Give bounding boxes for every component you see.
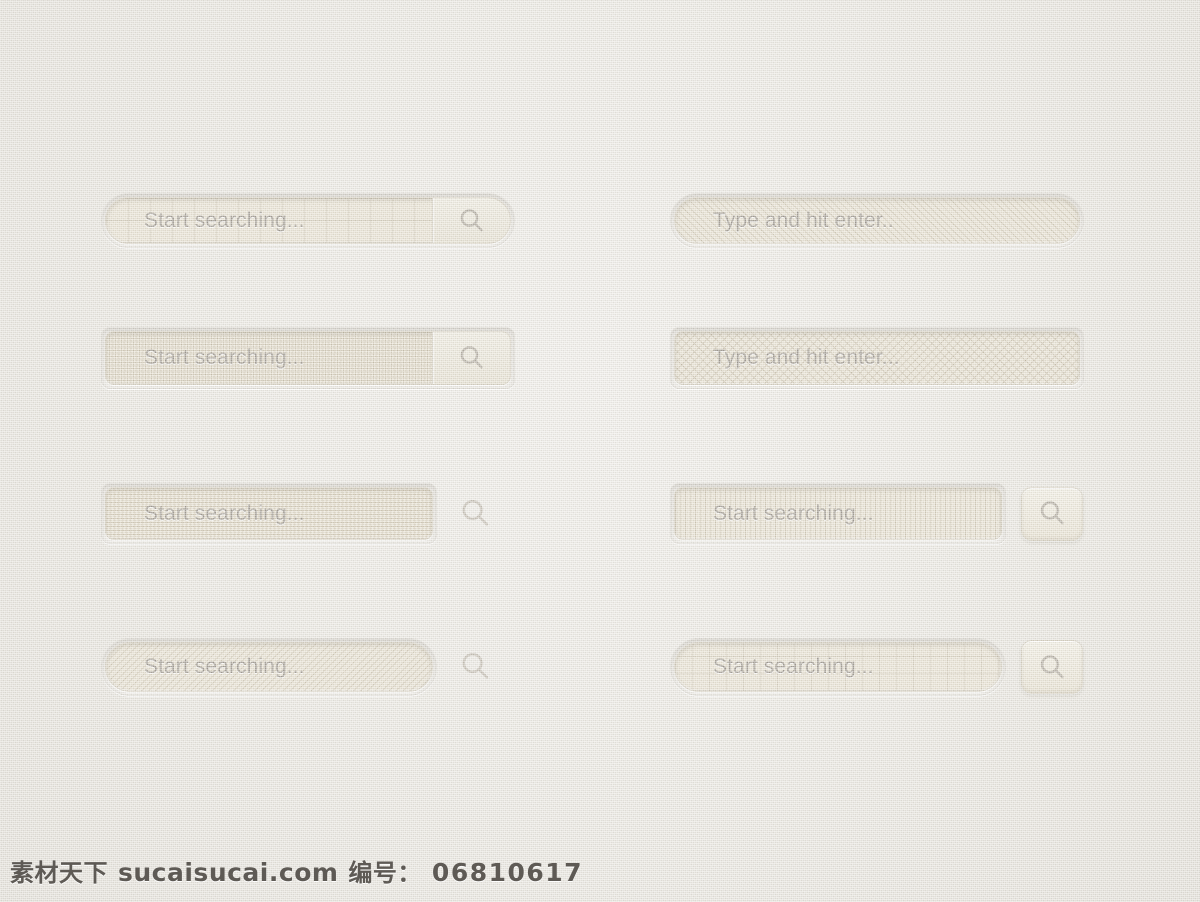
search-bar-pill-grid-squarebtn[interactable]: Start searching...: [670, 638, 1083, 696]
search-field[interactable]: Type and hit enter..: [674, 197, 1080, 244]
search-button[interactable]: [432, 332, 510, 384]
search-placeholder: Type and hit enter..: [713, 208, 894, 232]
watermark-site-cn: 素材天下: [10, 859, 108, 887]
search-field[interactable]: Type and hit enter...: [674, 331, 1080, 385]
search-well: Start searching...: [101, 638, 437, 696]
search-icon: [1040, 501, 1064, 525]
search-bar-rounded-crosshatch-plain[interactable]: Type and hit enter...: [670, 327, 1084, 389]
search-button[interactable]: [459, 497, 493, 531]
search-well: Type and hit enter...: [670, 327, 1084, 389]
search-well: Start searching...: [101, 327, 515, 389]
search-placeholder: Start searching...: [713, 655, 874, 678]
search-well: Start searching...: [101, 193, 515, 248]
search-field[interactable]: Start searching...: [674, 487, 1002, 540]
watermark-site-url: sucaisucai.com: [118, 858, 339, 887]
search-placeholder: Start searching...: [144, 208, 305, 232]
search-field[interactable]: Start searching...: [105, 197, 511, 244]
search-placeholder: Start searching...: [144, 501, 305, 525]
search-bar-rounded-vstripe-squarebtn[interactable]: Start searching...: [670, 483, 1083, 544]
search-icon: [460, 346, 483, 369]
search-field[interactable]: Start searching...: [674, 642, 1002, 692]
search-well: Start searching...: [670, 638, 1006, 696]
search-bar-pill-diagonal-plain[interactable]: Type and hit enter..: [670, 193, 1084, 248]
search-placeholder: Start searching...: [713, 501, 874, 525]
search-bar-rounded-dots-freeicon[interactable]: Start searching...: [101, 483, 493, 544]
watermark: 素材天下 sucaisucai.com 编号： 06810617: [10, 853, 583, 888]
ui-kit-canvas: Start searching... Type and hit enter.. …: [0, 0, 1200, 902]
search-placeholder: Start searching...: [144, 655, 305, 678]
search-well: Start searching...: [670, 483, 1006, 544]
search-button[interactable]: [432, 198, 510, 243]
search-icon: [1040, 654, 1064, 678]
search-well: Start searching...: [101, 483, 437, 544]
search-button[interactable]: [1021, 486, 1083, 541]
search-button[interactable]: [459, 650, 493, 684]
watermark-number: 06810617: [431, 858, 584, 887]
search-field[interactable]: Start searching...: [105, 331, 511, 385]
search-placeholder: Type and hit enter...: [713, 346, 900, 369]
search-field[interactable]: Start searching...: [105, 642, 433, 692]
search-well: Type and hit enter..: [670, 193, 1084, 248]
search-placeholder: Start searching...: [144, 346, 305, 369]
watermark-label: 编号：: [348, 859, 422, 887]
search-icon: [460, 208, 483, 231]
search-bar-pill-grid-attached[interactable]: Start searching...: [101, 193, 515, 248]
search-field[interactable]: Start searching...: [105, 487, 433, 540]
search-button[interactable]: [1021, 640, 1083, 694]
search-bar-pill-diagonal-freeicon[interactable]: Start searching...: [101, 638, 493, 696]
search-icon: [462, 652, 489, 679]
search-bar-rounded-dots-attached[interactable]: Start searching...: [101, 327, 515, 389]
search-icon: [462, 499, 489, 526]
